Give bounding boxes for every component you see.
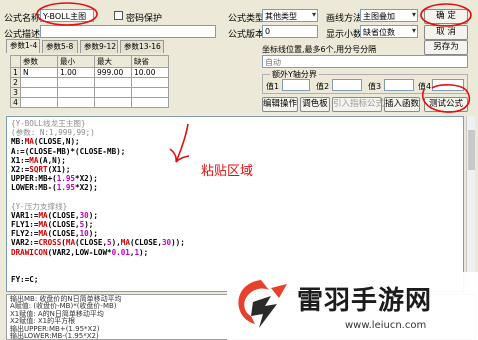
formula-editor-window: 公式名称 Y-BOLL主图 密码保护 公式类型 其他类型 画线方法 主图叠加 确… — [0, 0, 478, 340]
ok-highlight-circle — [420, 3, 472, 27]
brand-logo-icon — [238, 280, 287, 328]
down-arrow-icon — [169, 123, 190, 163]
watermark-banner: 雷羽手游网 www.leiucn.com — [227, 272, 478, 340]
watermark-title: 雷羽手游网 — [297, 286, 433, 316]
watermark-url: www.leiucn.com — [345, 320, 427, 331]
name-highlight-circle — [36, 2, 98, 26]
test-formula-highlight-circle — [421, 84, 471, 113]
